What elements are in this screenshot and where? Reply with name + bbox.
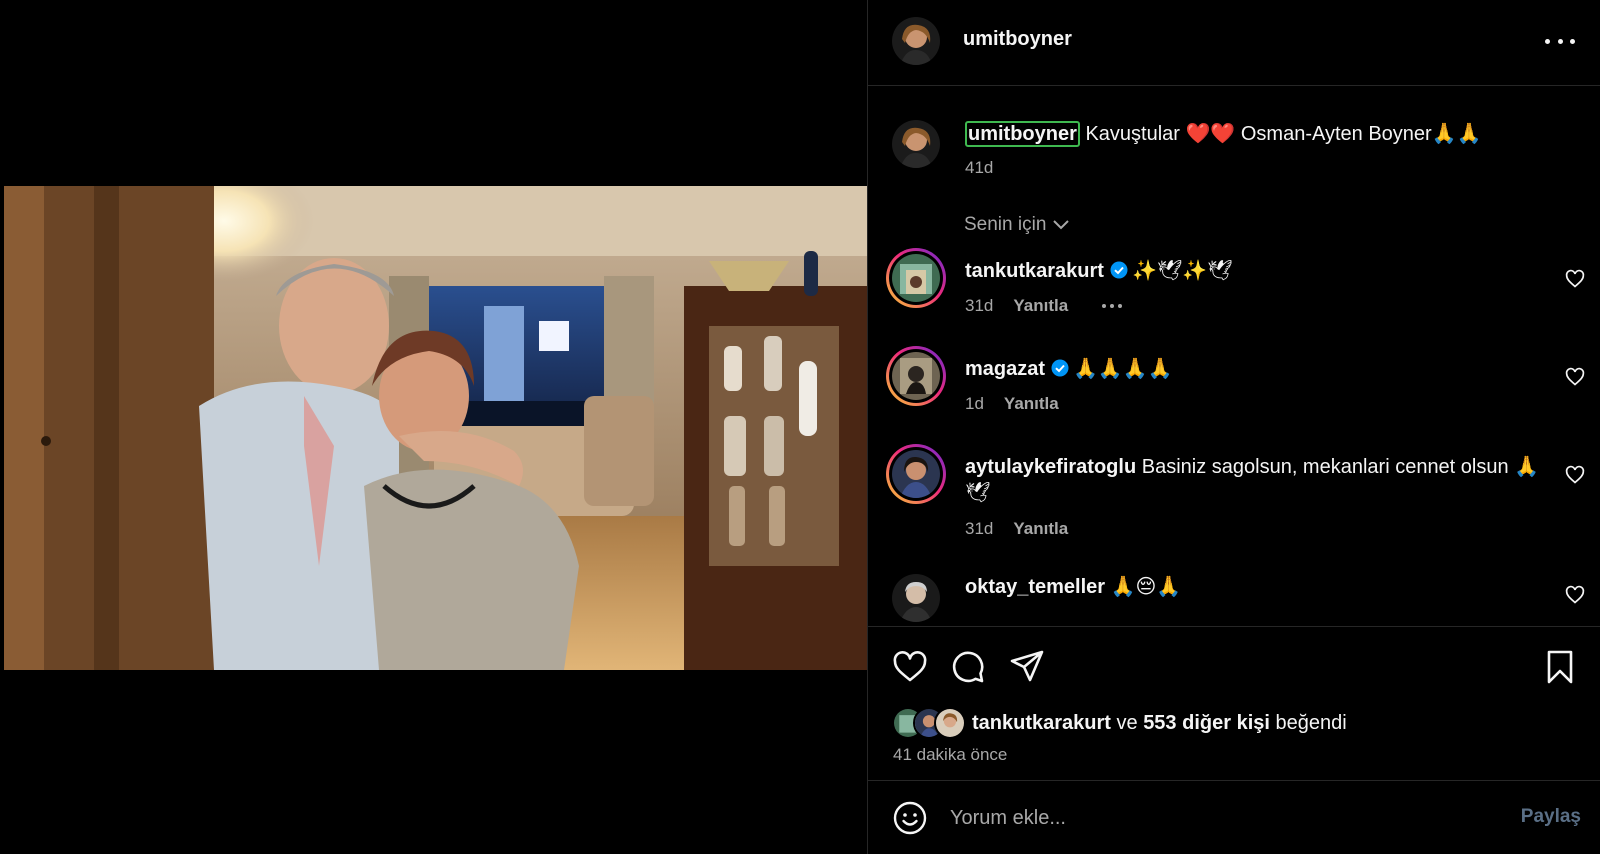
post-photo[interactable] <box>4 186 867 670</box>
comment-username[interactable]: magazat <box>965 358 1045 380</box>
caption-text-block: umitboyner Kavuştular ❤️❤️ Osman-Ayten B… <box>965 121 1575 147</box>
comment-timestamp[interactable]: 1d <box>965 394 984 414</box>
media-pane <box>0 0 867 854</box>
comment-meta: 31d Yanıtla <box>965 296 1123 316</box>
comment-filter-dropdown[interactable]: Senin için <box>964 214 1070 236</box>
liker-avatars <box>892 707 966 739</box>
comment-avatar-story-ring[interactable] <box>886 248 946 308</box>
caption-text: Kavuştular ❤️❤️ Osman-Ayten Boyner🙏🙏 <box>1085 123 1482 145</box>
liker-avatar <box>934 707 966 739</box>
reply-button[interactable]: Yanıtla <box>1013 519 1068 539</box>
likes-connector: ve <box>1116 711 1138 734</box>
save-bookmark-icon[interactable] <box>1542 649 1578 685</box>
comment-avatar-story-ring[interactable] <box>886 346 946 406</box>
comment-text: 🙏🙏🙏🙏 <box>1073 358 1173 380</box>
post-detail-panel: umitboyner umitboyner Kavuştular ❤️❤️ Os… <box>867 0 1600 854</box>
comment-avatar-story-ring[interactable] <box>886 444 946 504</box>
comment-text-block: aytulaykefiratoglu Basiniz sagolsun, mek… <box>965 454 1545 506</box>
comment-text-block: oktay_temeller 🙏😔🙏 <box>965 574 1545 600</box>
post-actions: tankutkarakurt ve 553 diğer kişi beğendi… <box>868 626 1600 781</box>
author-avatar[interactable] <box>892 17 940 65</box>
chevron-down-icon <box>1053 220 1070 230</box>
verified-badge-icon <box>1110 261 1128 279</box>
comment-avatar <box>892 352 940 400</box>
caption-username[interactable]: umitboyner <box>965 121 1080 147</box>
comment-avatar <box>892 254 940 302</box>
comment-avatar[interactable] <box>892 574 940 622</box>
comment-text-block: magazat 🙏🙏🙏🙏 <box>965 356 1545 382</box>
comment-meta: 31d Yanıtla <box>965 519 1068 539</box>
caption-author-avatar[interactable] <box>892 120 940 168</box>
reply-button[interactable]: Yanıtla <box>1013 296 1068 316</box>
author-username[interactable]: umitboyner <box>963 28 1072 51</box>
comment-filter-label: Senin için <box>964 214 1047 235</box>
heart-icon[interactable] <box>1565 465 1585 485</box>
reply-button[interactable]: Yanıtla <box>1004 394 1059 414</box>
heart-icon[interactable] <box>1565 367 1585 387</box>
post-header: umitboyner <box>868 0 1600 86</box>
verified-badge-icon <box>1051 359 1069 377</box>
post-time-ago[interactable]: 41 dakika önce <box>893 745 1007 765</box>
other-likes-count[interactable]: 553 diğer kişi <box>1143 712 1270 735</box>
comment-username[interactable]: aytulaykefiratoglu <box>965 456 1136 478</box>
comment-text: ✨🕊✨🕊 <box>1131 260 1233 282</box>
comment-avatar <box>892 450 940 498</box>
likes-suffix: beğendi <box>1275 711 1347 734</box>
comment-username[interactable]: tankutkarakurt <box>965 260 1104 282</box>
first-liker-username[interactable]: tankutkarakurt <box>972 712 1111 735</box>
comment-timestamp[interactable]: 31d <box>965 519 993 539</box>
share-send-icon[interactable] <box>1009 649 1045 685</box>
comment-more-icon[interactable] <box>1102 304 1123 308</box>
emoji-icon[interactable] <box>892 800 928 836</box>
likes-summary[interactable]: tankutkarakurt ve 553 diğer kişi beğendi <box>892 707 1347 739</box>
post-comment-button[interactable]: Paylaş <box>1521 806 1581 828</box>
comment-bubble-icon[interactable] <box>950 649 986 685</box>
comment-text: 🙏😔🙏 <box>1110 576 1182 598</box>
comment-timestamp[interactable]: 31d <box>965 296 993 316</box>
comment-meta: 1d Yanıtla <box>965 394 1059 414</box>
like-heart-icon[interactable] <box>892 649 928 685</box>
comments-list[interactable]: umitboyner Kavuştular ❤️❤️ Osman-Ayten B… <box>868 87 1600 627</box>
comment-text-block: tankutkarakurt ✨🕊✨🕊 <box>965 258 1545 284</box>
caption-timestamp[interactable]: 41d <box>965 158 993 178</box>
comment-input[interactable] <box>950 802 1470 834</box>
heart-icon[interactable] <box>1565 269 1585 289</box>
comment-username[interactable]: oktay_temeller <box>965 576 1105 598</box>
comment-composer: Paylaş <box>868 782 1600 854</box>
heart-icon[interactable] <box>1565 585 1585 605</box>
more-options-button[interactable] <box>1545 30 1575 52</box>
